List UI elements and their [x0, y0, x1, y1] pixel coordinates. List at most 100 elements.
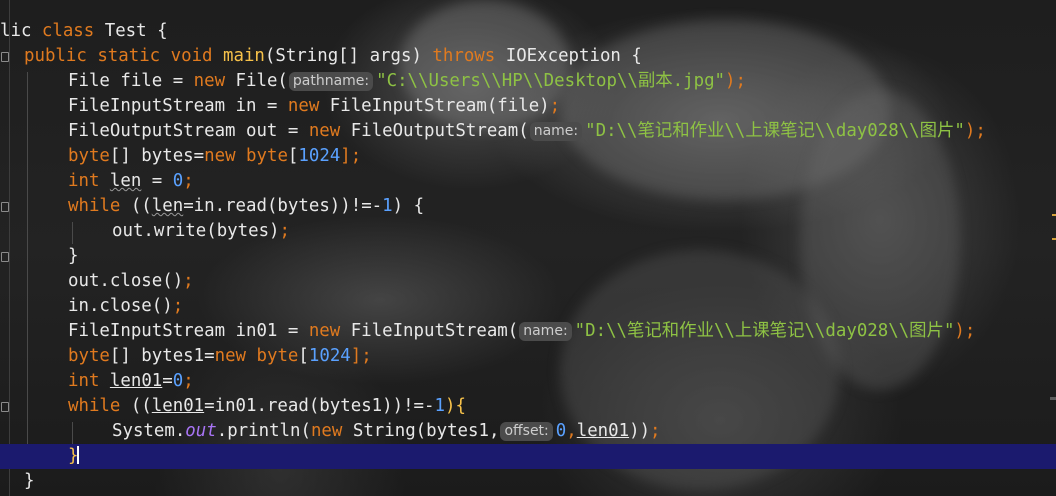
- keyword: int: [68, 371, 100, 391]
- code-token: String(bytes1,: [342, 421, 500, 441]
- code-token: ) {: [392, 196, 425, 216]
- code-line[interactable]: byte[] bytes=new byte[1024];: [68, 144, 361, 169]
- code-line[interactable]: while ((len=in.read(bytes))!=-1) {: [68, 194, 424, 219]
- parameter-hint: name:: [529, 122, 583, 141]
- code-line[interactable]: in.close();: [68, 294, 183, 319]
- keyword: new: [214, 346, 247, 366]
- code-token: =: [141, 171, 173, 191]
- variable-len01: len01: [151, 396, 205, 416]
- static-field: out: [185, 421, 217, 441]
- code-line[interactable]: int len = 0;: [68, 169, 194, 194]
- code-token: File(: [225, 71, 288, 91]
- number-literal: 1: [434, 396, 445, 416]
- code-token: ];: [340, 146, 362, 166]
- keyword: byte: [256, 346, 299, 366]
- keyword: byte: [246, 146, 288, 166]
- number-literal: 1024: [298, 146, 341, 166]
- code-token: ,: [566, 421, 577, 441]
- keyword: new: [287, 96, 320, 116]
- scrollbar-marker[interactable]: [1052, 238, 1056, 240]
- keyword: throws: [432, 46, 496, 66]
- keyword: new: [310, 421, 343, 441]
- number-literal: 0: [172, 371, 184, 391]
- variable-len: len: [109, 171, 142, 191]
- code-token: ){: [444, 396, 466, 416]
- scrollbar-marker[interactable]: [1050, 397, 1056, 400]
- code-line[interactable]: FileInputStream in01 = new FileInputStre…: [68, 319, 975, 344]
- closing-brace: }: [24, 471, 35, 491]
- code-token: System.: [112, 421, 186, 441]
- code-token: =: [162, 371, 173, 391]
- scrollbar-marker[interactable]: [1052, 214, 1056, 216]
- code-line[interactable]: FileInputStream in = new FileInputStream…: [68, 94, 560, 119]
- keyword: new: [308, 321, 341, 341]
- keyword: byte: [68, 346, 110, 366]
- code-token: FileInputStream(file): [319, 96, 550, 116]
- code-token: FileOutputStream out =: [68, 121, 309, 141]
- keyword: class: [41, 21, 95, 41]
- code-line[interactable]: lic class Test {: [0, 19, 168, 44]
- code-token: Test {: [94, 21, 168, 41]
- keyword: while: [68, 196, 121, 216]
- fold-icon[interactable]: [1, 202, 9, 212]
- code-token: );: [964, 121, 986, 141]
- variable-len01: len01: [576, 421, 630, 441]
- code-token: ];: [350, 346, 372, 366]
- number-literal: 1024: [308, 346, 351, 366]
- code-token: ;: [279, 221, 291, 241]
- number-literal: 1: [382, 196, 393, 216]
- code-token: ;: [172, 296, 184, 316]
- editor-gutter[interactable]: [0, 0, 10, 496]
- code-line-current[interactable]: }: [68, 444, 80, 469]
- code-token: File file =: [68, 71, 194, 91]
- current-line-highlight: [0, 444, 1056, 469]
- parameter-hint: name:: [519, 322, 572, 341]
- code-line[interactable]: }: [68, 244, 78, 269]
- string-literal: "C:\\Users\\HP\\Desktop\\副本.jpg": [376, 71, 726, 91]
- code-line[interactable]: out.close();: [68, 269, 194, 294]
- code-token: =in.read(bytes))!=-: [183, 196, 383, 216]
- fold-icon[interactable]: [1, 252, 9, 262]
- code-token: FileInputStream in01 =: [68, 321, 309, 341]
- code-line[interactable]: File file = new File(pathname: "C:\\Users…: [68, 69, 746, 94]
- parameter-hint: offset:: [500, 422, 553, 441]
- keyword: void: [170, 46, 213, 66]
- fold-icon[interactable]: [1, 52, 9, 62]
- code-token: out.write(bytes): [112, 221, 280, 241]
- code-line[interactable]: public static void main(String[] args) t…: [24, 44, 642, 69]
- code-token: lic: [0, 21, 42, 41]
- code-line[interactable]: int len01=0;: [68, 369, 194, 394]
- code-line[interactable]: }: [24, 469, 34, 494]
- code-token: [: [298, 346, 309, 366]
- code-token: );: [954, 321, 976, 341]
- code-line[interactable]: out.write(bytes);: [112, 219, 290, 244]
- keyword: new: [193, 71, 226, 91]
- keyword: int: [68, 171, 100, 191]
- code-line[interactable]: System.out.println(new String(bytes1, off…: [112, 419, 661, 444]
- code-token: (String[] args): [264, 46, 433, 66]
- code-token: IOException {: [495, 46, 642, 66]
- code-token: ;: [650, 421, 661, 441]
- code-token: in.close(): [68, 296, 173, 316]
- code-editor[interactable]: lic class Test { public static void main…: [0, 0, 1056, 496]
- code-token: ((: [120, 196, 152, 216]
- fold-icon[interactable]: [1, 402, 9, 412]
- code-line[interactable]: while ((len01=in01.read(bytes1))!=-1){: [68, 394, 466, 419]
- method-name: main: [223, 46, 265, 66]
- code-line[interactable]: byte[] bytes1=new byte[1024];: [68, 344, 372, 369]
- keyword: public: [24, 46, 87, 66]
- code-token: FileInputStream(: [340, 321, 519, 341]
- code-line[interactable]: FileOutputStream out = new FileOutputStr…: [68, 119, 986, 144]
- code-token: out.close(): [68, 271, 184, 291]
- code-token: =in01.read(bytes1))!=-: [204, 396, 435, 416]
- code-token: ((: [120, 396, 152, 416]
- keyword: static: [97, 46, 161, 66]
- variable-len01: len01: [109, 371, 163, 391]
- code-token: ;: [183, 171, 194, 191]
- closing-brace: }: [68, 246, 79, 266]
